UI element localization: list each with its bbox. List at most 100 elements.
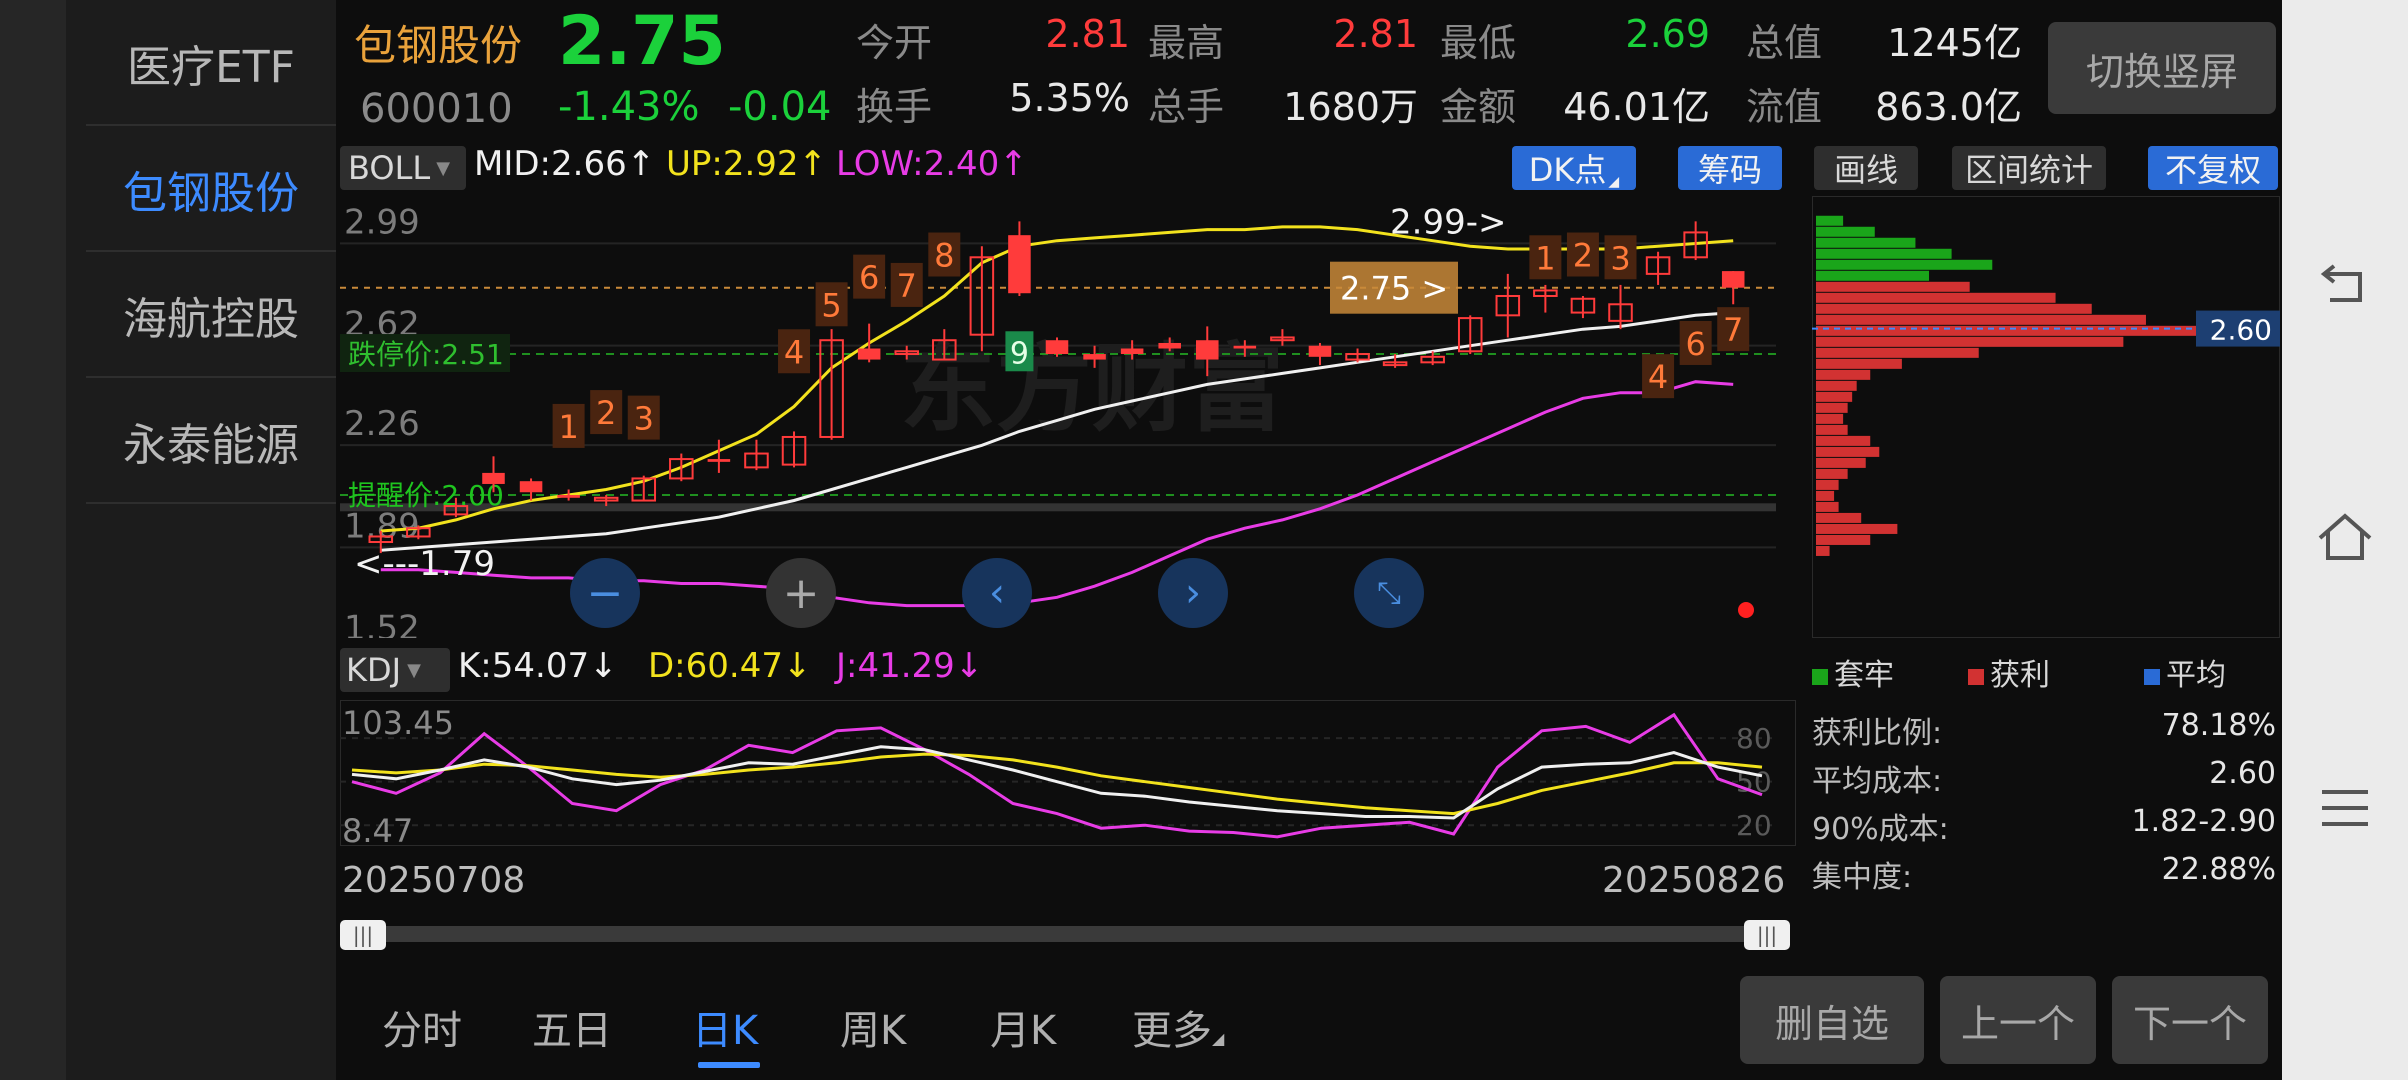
back-icon[interactable] [2320,258,2372,306]
red-dot-indicator [1738,602,1754,618]
kdj-level-label: 20 [1736,809,1772,842]
seq-count: 6 [859,259,879,297]
chevron-down-icon: ▼ [436,157,451,179]
candle-body [857,348,881,360]
chip-bar [1816,457,1866,468]
average-cost-label: 2.60 [2210,314,2272,347]
previous-stock-button[interactable]: 上一个 [1940,976,2096,1064]
change-percent: -1.43% [558,84,700,130]
chip-bar [1816,446,1880,457]
scroll-left-button[interactable]: ‹ [962,558,1032,628]
watermark: 东方财富 [900,333,1284,445]
low-marker: <---1.79 [354,544,495,584]
kdj-selector[interactable]: KDJ ▼ [340,648,450,692]
legend-swatch-icon [1812,669,1828,685]
range-handle-right[interactable]: ||| [1744,920,1790,950]
legend-swatch-icon [1968,669,1984,685]
watchlist-item-haihang[interactable]: 海航控股 [86,254,336,378]
collapse-button[interactable]: ⤡ [1354,558,1424,628]
tab-five-day[interactable]: 五日 [532,998,612,1056]
switch-portrait-button[interactable]: 切换竖屏 [2048,22,2276,114]
collapse-arrows-icon: ⤡ [1377,575,1401,611]
legend-item-locked: 套牢 [1812,650,1894,694]
seq-count: 1 [558,408,578,446]
legend-label-profit: 获利 [1990,658,2050,693]
interval-stats-button[interactable]: 区间统计 [1952,146,2106,190]
tab-daily-k[interactable]: 日K [692,998,758,1056]
seq-count: 2 [1573,237,1593,275]
left-edge-strip [0,0,66,1080]
seq-count: 7 [897,267,917,305]
seq-count: 8 [934,237,954,275]
chip-distribution-chart[interactable]: 2.60 [1812,196,2280,638]
stat-label-concentration: 集中度: [1812,860,1913,895]
kdj-d-value: D:60.47↓ [648,646,812,686]
boll-mid-value: MID:2.66↑ [474,144,656,184]
change-value: -0.04 [728,84,832,130]
dk-point-label: DK点 [1528,151,1607,189]
stock-name: 包钢股份 [354,21,523,70]
draw-line-button[interactable]: 画线 [1814,146,1918,190]
candle-body [1120,348,1144,355]
boll-selector[interactable]: BOLL ▼ [340,146,466,190]
stat-value-concentration: 22.88% [2161,852,2276,887]
stat-value-avg-cost: 2.60 [2209,756,2276,791]
candle-body [1233,345,1257,349]
chip-bar [1816,545,1830,556]
no-adjust-button[interactable]: 不复权 [2148,146,2278,190]
quote-value: 2.69 [1625,12,1710,56]
stat-label-profit-ratio: 获利比例: [1812,716,1943,751]
chip-bar [1816,215,1844,226]
stock-price: 2.75 [558,2,726,81]
seq-count: 1 [1535,239,1555,277]
plus-icon: + [782,567,820,619]
y-axis-label: 2.26 [344,404,420,444]
kdj-background [340,700,1796,846]
kdj-chart[interactable]: 805020103.458.47 [340,700,1796,846]
watchlist-item-yiliao-etf[interactable]: 医疗ETF [86,2,336,126]
chip-bar [1816,270,1929,281]
tab-weekly-k[interactable]: 周K [840,998,906,1056]
chip-bar [1816,523,1898,534]
next-stock-button[interactable]: 下一个 [2112,976,2268,1064]
range-slider-track[interactable] [346,926,1786,942]
menu-icon[interactable] [2320,788,2370,828]
current-price-marker: 2.75 > [1340,270,1448,308]
high-marker: 2.99-> [1390,202,1506,242]
boll-label: BOLL [348,149,431,187]
candle-body [1308,345,1332,357]
candle-body [1008,235,1031,294]
legend-label-average: 平均 [2166,658,2226,693]
chip-bar [1816,501,1839,512]
tab-monthly-k[interactable]: 月K [990,998,1056,1056]
tab-more[interactable]: 更多◢ [1132,998,1224,1056]
y-axis-label: 1.89 [344,506,420,546]
kdj-y-bottom: 8.47 [342,812,413,846]
scroll-right-button[interactable]: › [1158,558,1228,628]
seq-count: 5 [821,286,841,324]
alert-band [340,503,1776,512]
chevron-right-icon: › [1185,570,1201,616]
watchlist-item-baogang[interactable]: 包钢股份 [86,128,336,252]
tab-intraday[interactable]: 分时 [382,998,462,1056]
active-tab-underline [698,1062,760,1068]
home-icon[interactable] [2316,512,2374,562]
chips-button[interactable]: 筹码 [1678,146,1782,190]
range-handle-left[interactable]: ||| [340,920,386,950]
seq-count: 3 [1610,239,1630,277]
boll-up-value: UP:2.92↑ [666,144,828,184]
candlestick-chart[interactable]: 东方财富2.992.622.261.891.52跌停价:2.51提醒价:2.00… [340,196,1796,638]
chip-bar [1816,259,1993,270]
zoom-in-button[interactable]: + [766,558,836,628]
chip-bar [1816,413,1844,424]
watchlist-item-yongtai[interactable]: 永泰能源 [86,380,336,504]
stat-label-avg-cost: 平均成本: [1812,764,1943,799]
candle-body [1158,342,1181,349]
kdj-label: KDJ [346,651,402,689]
remove-watchlist-button[interactable]: 删自选 [1740,976,1924,1064]
chevron-down-icon: ▼ [407,659,421,681]
zoom-out-button[interactable]: − [570,558,640,628]
corner-triangle-icon: ◢ [1212,1029,1225,1048]
chip-bar [1816,402,1848,413]
dk-point-button[interactable]: DK点 ◢ [1512,146,1636,190]
